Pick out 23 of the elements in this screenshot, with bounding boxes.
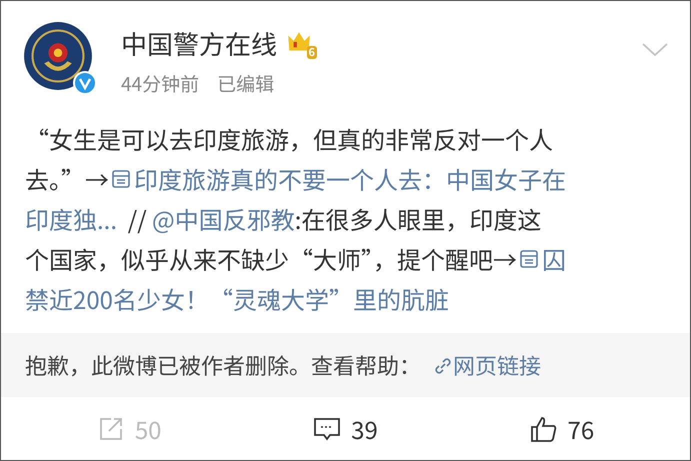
thumbs-up-icon (530, 414, 558, 442)
article-link[interactable]: 印度独... (25, 199, 118, 239)
article-link[interactable]: 囚 (542, 239, 566, 279)
post-text: 个国家，似乎从来不缺少“大师”，提个醒吧→ (25, 240, 517, 278)
article-link[interactable]: 印度旅游真的不要一个人去：中国女子在 (134, 159, 566, 199)
post-text: // (126, 200, 148, 238)
mention-link[interactable]: @中国反邪教 (152, 199, 295, 239)
document-icon (111, 169, 131, 189)
author-name[interactable]: 中国警方在线 (121, 25, 278, 62)
link-icon (433, 356, 454, 376)
document-icon (519, 249, 539, 269)
comment-button[interactable]: 39 (305, 407, 386, 450)
article-link[interactable]: 禁近200名少女！“灵魂大学”里的肮脏 (25, 279, 449, 319)
post-time: 44分钟前 (121, 70, 200, 97)
edited-label: 已编辑 (217, 70, 274, 97)
web-link[interactable]: 网页链接 (433, 349, 542, 381)
post-text: 去。”→ (25, 160, 109, 198)
deleted-notice-text: 抱歉，此微博已被作者删除。查看帮助： (25, 349, 422, 381)
police-badge-avatar[interactable] (23, 21, 93, 91)
crown-level-badge: 6 (285, 28, 318, 58)
post-text: :在很多人眼里，印度这 (294, 200, 542, 238)
post-text: “女生是可以去印度旅游，但真的非常反对一个人 (25, 120, 553, 158)
like-button[interactable]: 76 (522, 407, 602, 450)
